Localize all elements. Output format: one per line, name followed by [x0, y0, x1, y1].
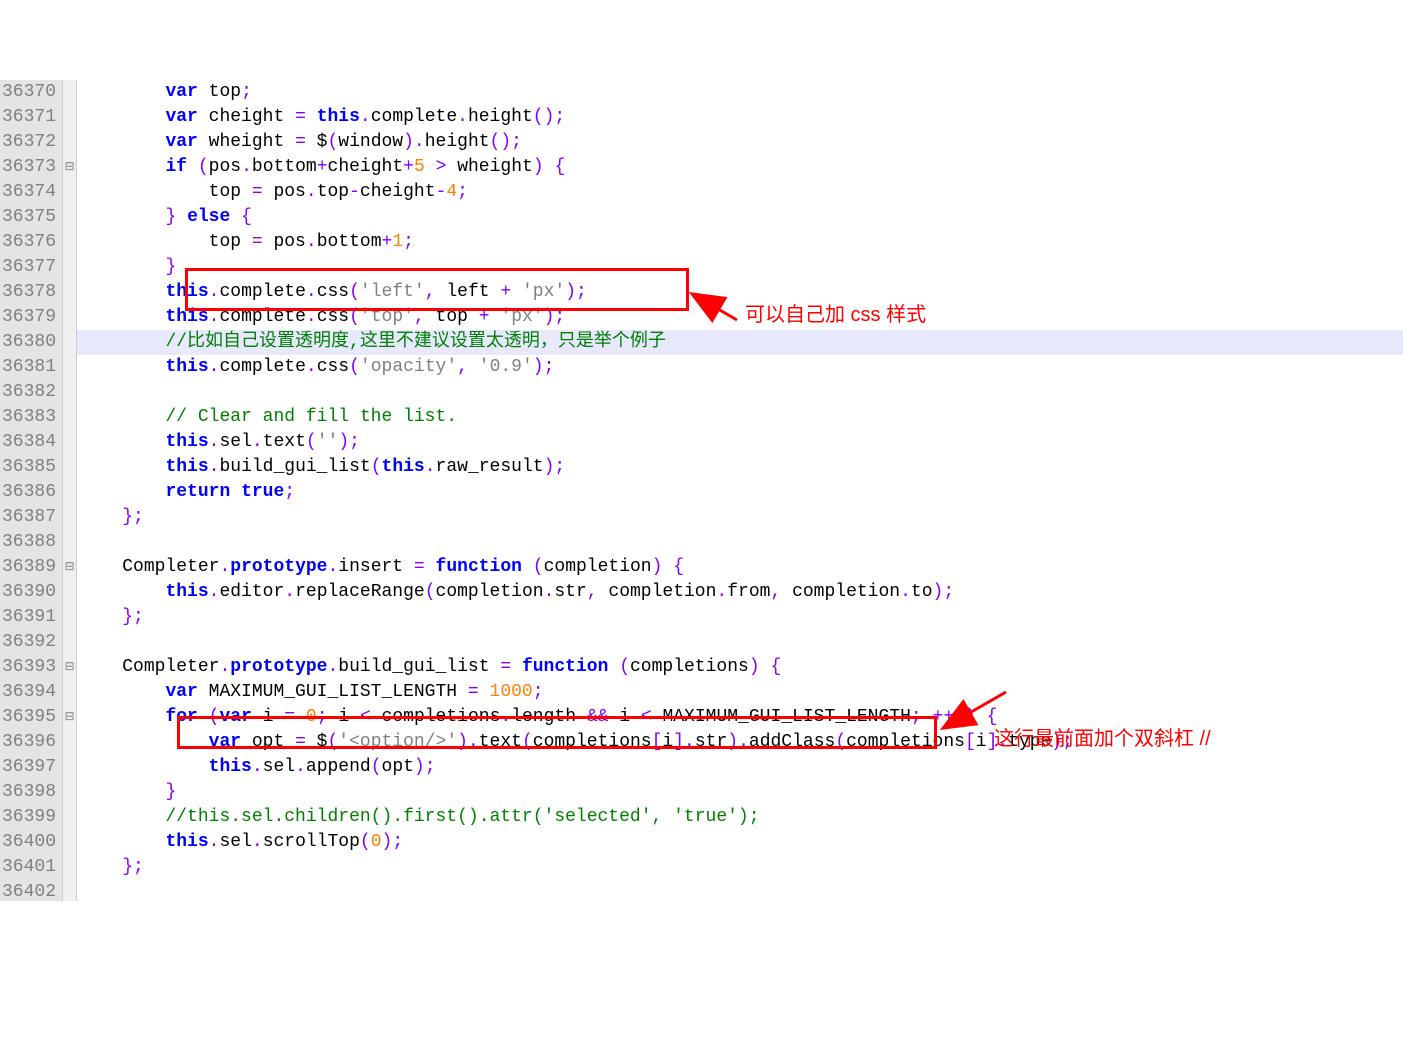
code-line[interactable]: this.editor.replaceRange(completion.str,… — [77, 580, 1403, 605]
fold-mark[interactable] — [63, 180, 76, 205]
fold-mark[interactable] — [63, 355, 76, 380]
fold-mark[interactable] — [63, 455, 76, 480]
fold-mark[interactable] — [63, 380, 76, 405]
code-line[interactable]: } else { — [77, 205, 1403, 230]
fold-mark[interactable] — [63, 430, 76, 455]
fold-mark[interactable] — [63, 755, 76, 780]
line-number-gutter: 36370 36371 36372 36373 36374 36375 3637… — [0, 80, 63, 901]
fold-mark[interactable] — [63, 730, 76, 755]
code-line[interactable] — [77, 380, 1403, 405]
code-line[interactable]: var wheight = $(window).height(); — [77, 130, 1403, 155]
fold-mark[interactable] — [63, 205, 76, 230]
code-line[interactable]: }; — [77, 855, 1403, 880]
fold-mark[interactable] — [63, 805, 76, 830]
fold-mark[interactable] — [63, 405, 76, 430]
code-line[interactable]: this.complete.css('top', top + 'px'); — [77, 305, 1403, 330]
fold-mark[interactable] — [63, 305, 76, 330]
code-line[interactable]: Completer.prototype.insert = function (c… — [77, 555, 1403, 580]
fold-mark[interactable] — [63, 580, 76, 605]
code-line[interactable]: this.complete.css('opacity', '0.9'); — [77, 355, 1403, 380]
code-line[interactable]: var MAXIMUM_GUI_LIST_LENGTH = 1000; — [77, 680, 1403, 705]
fold-mark[interactable] — [63, 255, 76, 280]
code-line[interactable] — [77, 630, 1403, 655]
annotation-text: 这行最前面加个双斜杠 // — [994, 722, 1211, 751]
code-line[interactable]: //this.sel.children().first().attr('sele… — [77, 805, 1403, 830]
fold-mark[interactable]: ⊟ — [63, 555, 76, 580]
code-line[interactable]: // Clear and fill the list. — [77, 405, 1403, 430]
code-area[interactable]: var top; var cheight = this.complete.hei… — [77, 80, 1403, 901]
code-line[interactable]: top = pos.bottom+1; — [77, 230, 1403, 255]
fold-mark[interactable] — [63, 105, 76, 130]
code-line[interactable]: Completer.prototype.build_gui_list = fun… — [77, 655, 1403, 680]
fold-mark[interactable]: ⊟ — [63, 155, 76, 180]
fold-mark[interactable] — [63, 130, 76, 155]
code-line[interactable]: top = pos.top-cheight-4; — [77, 180, 1403, 205]
fold-mark[interactable] — [63, 230, 76, 255]
code-line[interactable]: //比如自己设置透明度,这里不建议设置太透明，只是举个例子 — [77, 330, 1403, 355]
fold-mark[interactable] — [63, 830, 76, 855]
fold-mark[interactable] — [63, 680, 76, 705]
fold-mark[interactable] — [63, 630, 76, 655]
fold-mark[interactable] — [63, 480, 76, 505]
code-line[interactable]: } — [77, 255, 1403, 280]
fold-mark[interactable] — [63, 530, 76, 555]
fold-mark[interactable] — [63, 280, 76, 305]
annotation-text: 可以自己加 css 样式 — [745, 298, 926, 327]
code-line[interactable]: this.sel.text(''); — [77, 430, 1403, 455]
code-line[interactable]: return true; — [77, 480, 1403, 505]
fold-mark[interactable]: ⊟ — [63, 705, 76, 730]
code-line[interactable]: this.complete.css('left', left + 'px'); — [77, 280, 1403, 305]
code-line[interactable]: this.sel.scrollTop(0); — [77, 830, 1403, 855]
fold-mark[interactable] — [63, 880, 76, 905]
code-line[interactable]: if (pos.bottom+cheight+5 > wheight) { — [77, 155, 1403, 180]
code-line[interactable]: var cheight = this.complete.height(); — [77, 105, 1403, 130]
code-line[interactable]: }; — [77, 605, 1403, 630]
code-line[interactable] — [77, 880, 1403, 905]
code-line[interactable]: this.build_gui_list(this.raw_result); — [77, 455, 1403, 480]
code-line[interactable]: }; — [77, 505, 1403, 530]
fold-mark[interactable] — [63, 780, 76, 805]
fold-mark[interactable] — [63, 855, 76, 880]
code-editor: 36370 36371 36372 36373 36374 36375 3637… — [0, 80, 1403, 901]
code-line[interactable]: this.sel.append(opt); — [77, 755, 1403, 780]
code-line[interactable]: var top; — [77, 80, 1403, 105]
code-line[interactable]: } — [77, 780, 1403, 805]
code-line[interactable] — [77, 530, 1403, 555]
fold-mark[interactable] — [63, 605, 76, 630]
fold-mark[interactable] — [63, 80, 76, 105]
fold-column[interactable]: ⊟ ⊟ ⊟ ⊟ — [63, 80, 77, 901]
fold-mark[interactable] — [63, 330, 76, 355]
fold-mark[interactable] — [63, 505, 76, 530]
fold-mark[interactable]: ⊟ — [63, 655, 76, 680]
